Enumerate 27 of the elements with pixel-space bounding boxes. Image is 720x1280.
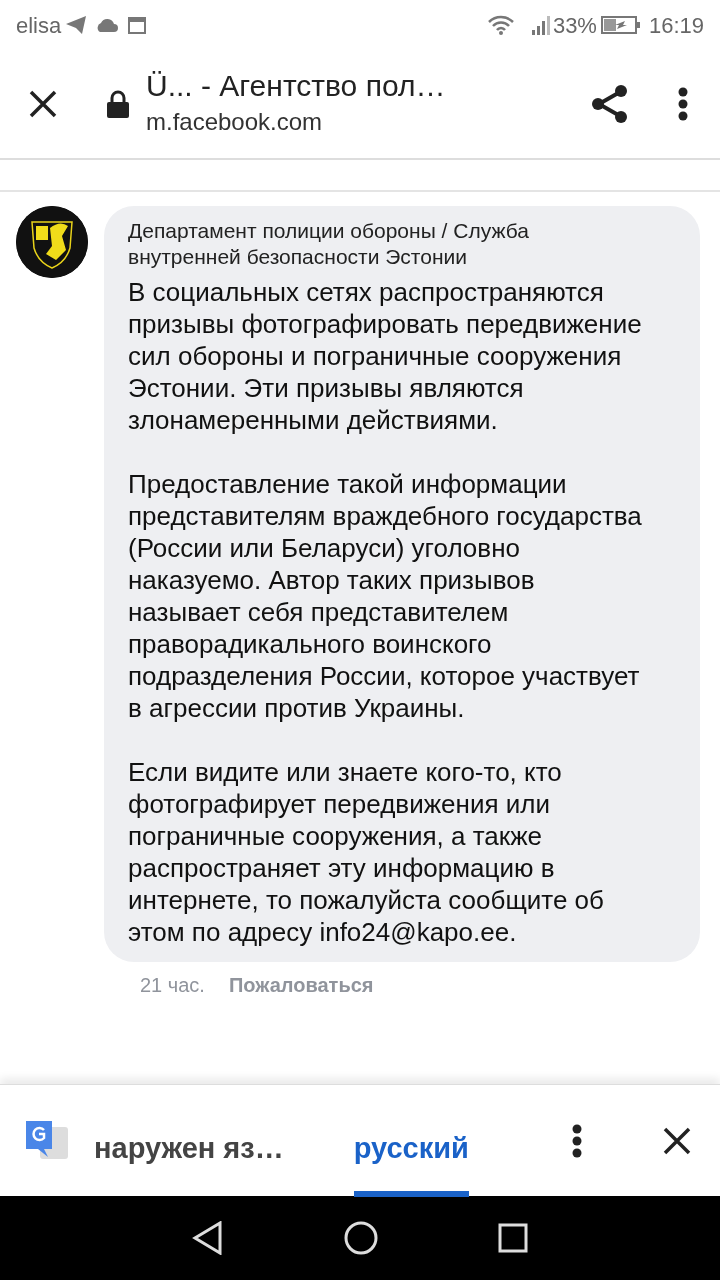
wifi-icon: [486, 14, 515, 36]
carrier-name: elisa: [16, 11, 62, 40]
send-icon: [65, 15, 88, 35]
battery-icon: [600, 15, 641, 35]
back-button[interactable]: [192, 1221, 224, 1255]
battery-percent: 33%: [552, 11, 597, 40]
lock-icon: [106, 89, 130, 119]
page-url: m.facebook.com: [146, 107, 324, 137]
close-button[interactable]: [28, 89, 58, 119]
more-options-button[interactable]: [572, 1123, 582, 1158]
signal-icon: [530, 14, 553, 36]
share-button[interactable]: [590, 84, 630, 124]
comment-paragraph: В социальных сетях распространяются призывы фотографировать передвижение сил обороны и пограничные сооружения Эстонии. Эти призывы являются злонамеренными действиями.: [128, 276, 643, 436]
comment-paragraph: Предоставление такой информации представителям враждебного государства (России или Беларуси) уголовно наказуемо. Автор таких призывов называет себя представителем праворадикального воинского подразделения России, которое участвует в агрессии против Украины.: [128, 468, 643, 724]
home-button[interactable]: [344, 1221, 378, 1255]
comment-time: 21 час.: [140, 973, 205, 998]
clock: 16:19: [648, 11, 704, 40]
close-button[interactable]: [662, 1125, 692, 1156]
page-title: Ü... - Агентство пол…: [146, 68, 447, 104]
comment-paragraph: Если видите или знаете кого-то, кто фотографирует передвижения или пограничные сооружения, а также распространяет эту информацию в интернете, то пожалуйста сообщите об этом по адресу info24@kapo.ee.: [128, 756, 605, 948]
calendar-icon: [127, 15, 148, 35]
comment-author[interactable]: Департамент полиции обороны / Служба внутренней безопасности Эстонии: [128, 218, 650, 270]
recent-apps-button[interactable]: [498, 1223, 528, 1253]
cloud-icon: [95, 17, 120, 33]
more-options-button[interactable]: [678, 87, 688, 121]
avatar-icon: [16, 206, 88, 278]
language-tab[interactable]: наружен яз…: [94, 1084, 284, 1197]
